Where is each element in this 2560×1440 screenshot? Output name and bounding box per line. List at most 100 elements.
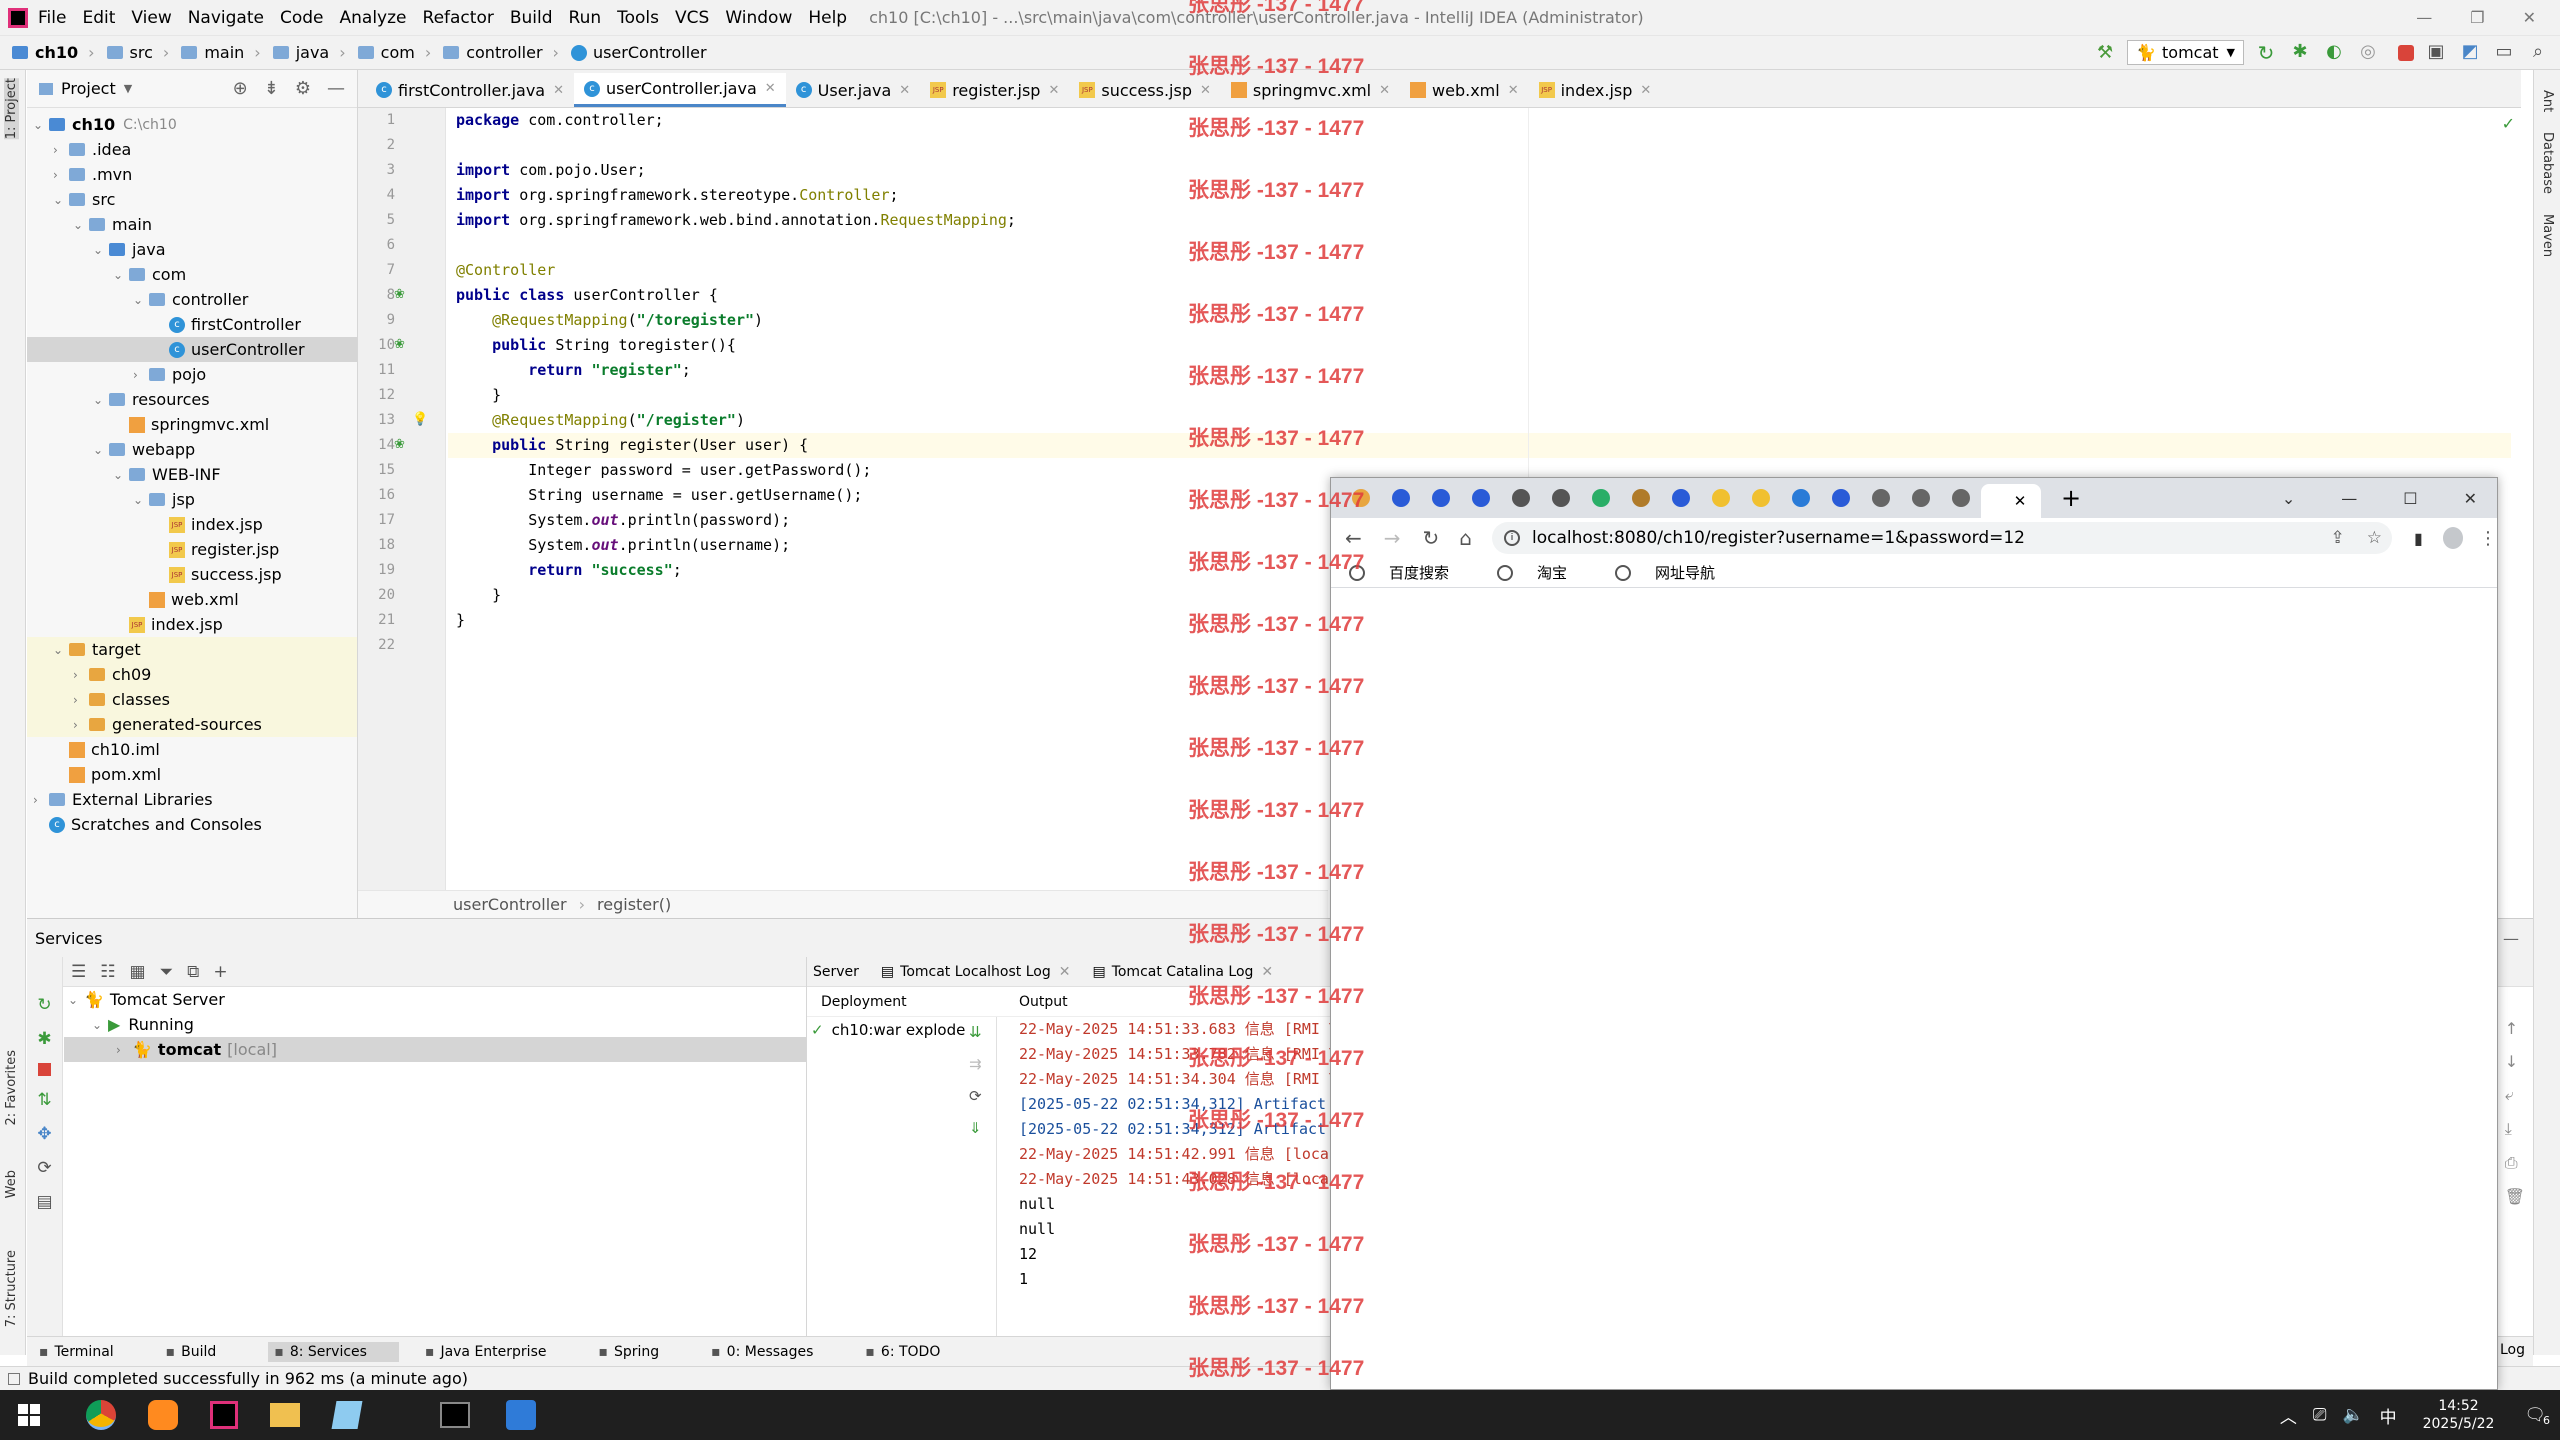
browser-tab[interactable]: [1381, 484, 1421, 512]
code-line[interactable]: import org.springframework.web.bind.anno…: [448, 208, 2511, 233]
side-panel-icon[interactable]: ▮: [2414, 529, 2423, 548]
print-icon[interactable]: ⎙: [2505, 1153, 2525, 1173]
tool-window-tab[interactable]: ▪ 6: TODO: [865, 1344, 966, 1360]
tree-item[interactable]: JSP index.jsp: [27, 612, 357, 637]
browser-tab[interactable]: [1461, 484, 1501, 512]
chevron-right-icon[interactable]: ›: [133, 368, 149, 382]
code-line[interactable]: }: [448, 383, 2511, 408]
tree-item[interactable]: ⌄ target: [27, 637, 357, 662]
tray-chevron-icon[interactable]: ︿: [2280, 1403, 2297, 1428]
refresh-icon[interactable]: ⟳: [969, 1087, 982, 1105]
forward-icon[interactable]: →: [1384, 526, 1401, 550]
bookmark-item[interactable]: 百度搜索: [1349, 562, 1473, 583]
menu-tools[interactable]: Tools: [617, 8, 659, 28]
tree-item[interactable]: JSP register.jsp: [27, 537, 357, 562]
editor-tab[interactable]: c firstController.java ✕: [366, 73, 574, 107]
code-line[interactable]: [448, 133, 2511, 158]
ant-tool-button[interactable]: Ant: [2540, 90, 2555, 112]
server-tab[interactable]: Server: [813, 964, 859, 980]
code-line[interactable]: @RequestMapping("/register"): [448, 408, 2511, 433]
tree-item[interactable]: › generated-sources: [27, 712, 357, 737]
project-view-label[interactable]: Project: [61, 79, 116, 98]
close-tab-icon[interactable]: ✕: [1261, 964, 1273, 980]
tree-item[interactable]: JSP success.jsp: [27, 562, 357, 587]
collapse-all-icon[interactable]: ⇟: [264, 78, 279, 99]
menu-run[interactable]: Run: [569, 8, 602, 28]
close-tab-icon[interactable]: ✕: [553, 83, 564, 98]
browser-tab[interactable]: [1701, 484, 1741, 512]
tree-item[interactable]: ⌄ webapp: [27, 437, 357, 462]
new-tab-button[interactable]: +: [2061, 484, 2081, 512]
chevron-down-icon[interactable]: ⌄: [93, 243, 109, 257]
tab-search-icon[interactable]: ⌄: [2282, 489, 2295, 508]
menu-build[interactable]: Build: [510, 8, 553, 28]
cmd-taskbar-icon[interactable]: [440, 1402, 470, 1428]
tree-item[interactable]: ⌄ jsp: [27, 487, 357, 512]
menu-code[interactable]: Code: [280, 8, 324, 28]
close-tab-icon[interactable]: ✕: [899, 83, 910, 98]
clock[interactable]: 14:52 2025/5/22: [2423, 1397, 2495, 1433]
windows-start-icon[interactable]: [18, 1404, 40, 1426]
stop-icon[interactable]: [38, 1063, 51, 1076]
tree-item[interactable]: ⌄ java: [27, 237, 357, 262]
tool-window-tab[interactable]: ▪ 8: Services: [268, 1341, 399, 1362]
breadcrumb-item[interactable]: controller ›: [443, 43, 559, 62]
minimize-icon[interactable]: —: [2416, 8, 2432, 27]
project-structure-icon[interactable]: ▣: [2424, 41, 2448, 65]
chevron-right-icon[interactable]: ›: [116, 1043, 132, 1057]
hide-panel-icon[interactable]: —: [2503, 929, 2533, 948]
layout-icon[interactable]: ▤: [36, 1192, 52, 1212]
breadcrumb-item[interactable]: main ›: [181, 43, 261, 62]
menu-navigate[interactable]: Navigate: [188, 8, 264, 28]
tree-item[interactable]: ⌄ WEB-INF: [27, 462, 357, 487]
bookmark-item[interactable]: 网址导航: [1615, 562, 1739, 583]
tree-item[interactable]: › .idea: [27, 137, 357, 162]
network-icon[interactable]: ⎚: [2313, 1405, 2327, 1425]
chevron-down-icon[interactable]: ⌄: [93, 393, 109, 407]
close-icon[interactable]: ✕: [2464, 489, 2477, 508]
browser-tab[interactable]: [1661, 484, 1701, 512]
editor-tab[interactable]: JSP index.jsp ✕: [1529, 73, 1662, 107]
menu-file[interactable]: File: [38, 8, 66, 28]
chevron-down-icon[interactable]: ⌄: [73, 218, 89, 232]
chevron-right-icon[interactable]: ›: [73, 718, 89, 732]
menu-vcs[interactable]: VCS: [675, 8, 709, 28]
tree-item[interactable]: › pojo: [27, 362, 357, 387]
tool-window-tab[interactable]: ▪ Java Enterprise: [425, 1344, 573, 1360]
debug-icon[interactable]: ✱: [2288, 41, 2312, 65]
tree-item[interactable]: JSP index.jsp: [27, 512, 357, 537]
sdk-icon[interactable]: ◩: [2458, 41, 2482, 65]
server-tab[interactable]: ▤ Tomcat Catalina Log ✕: [1092, 964, 1273, 980]
debug-icon[interactable]: ✱: [37, 1029, 51, 1049]
tomcat-node[interactable]: › 🐈 tomcat [local]: [64, 1037, 806, 1062]
editor-tab[interactable]: web.xml ✕: [1400, 73, 1529, 107]
browser-tab[interactable]: [1821, 484, 1861, 512]
browser-tab[interactable]: [1621, 484, 1661, 512]
hide-panel-icon[interactable]: —: [327, 78, 345, 99]
running-node[interactable]: ⌄ ▶ Running: [64, 1012, 806, 1037]
tree-item[interactable]: › .mvn: [27, 162, 357, 187]
home-icon[interactable]: ⌂: [1459, 526, 1472, 550]
build-hammer-icon[interactable]: ⚒: [2097, 42, 2113, 63]
filter-icon[interactable]: ⏷: [160, 962, 174, 982]
menu-window[interactable]: Window: [725, 8, 792, 28]
stop-icon[interactable]: [2398, 44, 2414, 61]
tree-item[interactable]: ⌄ com: [27, 262, 357, 287]
chevron-right-icon[interactable]: ›: [33, 793, 49, 807]
run-config-select[interactable]: 🐈 tomcat ▼: [2127, 40, 2244, 65]
tree-item[interactable]: ⌄ main: [27, 212, 357, 237]
ime-indicator[interactable]: 中: [2380, 1403, 2397, 1428]
chevron-down-icon[interactable]: ⌄: [68, 993, 84, 1007]
soft-wrap-icon[interactable]: ⤶: [2505, 1085, 2525, 1105]
structure-tool-button[interactable]: 7: Structure: [4, 1250, 19, 1327]
chevron-right-icon[interactable]: ›: [73, 693, 89, 707]
expand-all-icon[interactable]: ☰: [71, 962, 86, 982]
close-tab-icon[interactable]: ✕: [1379, 83, 1390, 98]
close-tab-icon[interactable]: ✕: [1640, 83, 1651, 98]
add-service-icon[interactable]: +: [213, 962, 227, 982]
scroll-up-icon[interactable]: ↑: [2505, 1019, 2525, 1038]
tree-item[interactable]: ch10.iml: [27, 737, 357, 762]
browser-tab[interactable]: [1861, 484, 1901, 512]
group-icon[interactable]: ▦: [130, 962, 146, 982]
close-tab-icon[interactable]: ✕: [2014, 492, 2027, 510]
